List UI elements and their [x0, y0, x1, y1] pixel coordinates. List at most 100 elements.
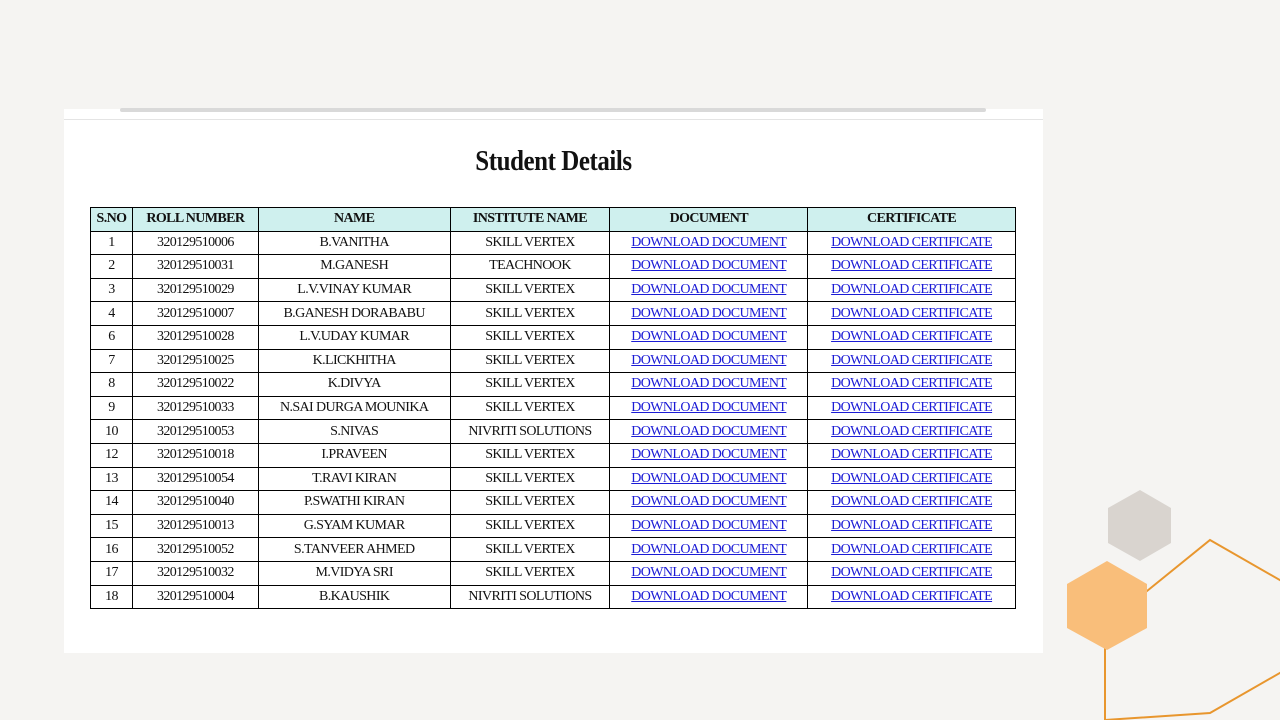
download-certificate-cell: DOWNLOAD CERTIFICATE [807, 466, 1016, 492]
cell-institute-name: SKILL VERTEX [449, 230, 611, 256]
download-certificate-link[interactable]: DOWNLOAD CERTIFICATE [831, 282, 993, 297]
cell-institute-name: SKILL VERTEX [449, 466, 611, 492]
download-document-link[interactable]: DOWNLOAD DOCUMENT [631, 353, 787, 368]
cell-sno: 3 [90, 277, 133, 303]
table-row: 16 320129510052 S.TANVEER AHMED SKILL VERTE… [90, 537, 1016, 562]
download-document-link[interactable]: DOWNLOAD DOCUMENT [631, 542, 787, 557]
download-certificate-link[interactable]: DOWNLOAD CERTIFICATE [831, 235, 993, 250]
download-certificate-link[interactable]: DOWNLOAD CERTIFICATE [831, 447, 993, 462]
download-document-link[interactable]: DOWNLOAD DOCUMENT [631, 589, 787, 604]
header-document: DOCUMENT [609, 207, 809, 232]
download-certificate-cell: DOWNLOAD CERTIFICATE [807, 513, 1016, 539]
download-certificate-link[interactable]: DOWNLOAD CERTIFICATE [831, 400, 993, 415]
cell-roll-number: 320129510028 [131, 324, 259, 350]
cell-sno: 2 [90, 254, 133, 279]
download-document-cell: DOWNLOAD DOCUMENT [609, 254, 809, 279]
table-row: 6 320129510028 L.V.UDAY KUMAR SKILL VERTEX D… [90, 324, 1016, 350]
download-certificate-cell: DOWNLOAD CERTIFICATE [807, 348, 1016, 374]
download-certificate-cell: DOWNLOAD CERTIFICATE [807, 372, 1016, 397]
download-certificate-link[interactable]: DOWNLOAD CERTIFICATE [831, 589, 993, 604]
download-certificate-link[interactable]: DOWNLOAD CERTIFICATE [831, 376, 993, 391]
table-header-row: S.NO ROLL NUMBER NAME INSTITUTE NAME DOC… [90, 207, 1016, 232]
download-document-cell: DOWNLOAD DOCUMENT [609, 537, 809, 562]
download-document-link[interactable]: DOWNLOAD DOCUMENT [631, 494, 787, 509]
header-roll-number: ROLL NUMBER [131, 207, 259, 232]
download-document-link[interactable]: DOWNLOAD DOCUMENT [631, 400, 787, 415]
cell-roll-number: 320129510033 [131, 395, 259, 421]
download-document-link[interactable]: DOWNLOAD DOCUMENT [631, 282, 787, 297]
student-table: S.NO ROLL NUMBER NAME INSTITUTE NAME DOC… [90, 207, 1016, 610]
gray-hexagon [1108, 490, 1171, 561]
download-document-link[interactable]: DOWNLOAD DOCUMENT [631, 306, 787, 321]
download-certificate-link[interactable]: DOWNLOAD CERTIFICATE [831, 353, 993, 368]
download-document-link[interactable]: DOWNLOAD DOCUMENT [631, 329, 787, 344]
cell-institute-name: NIVRITI SOLUTIONS [449, 584, 611, 610]
slide: Student Details S.NO ROLL NUMBER NAME IN… [0, 0, 1280, 720]
cell-sno: 6 [90, 324, 133, 350]
cell-sno: 8 [90, 372, 133, 397]
download-certificate-cell: DOWNLOAD CERTIFICATE [807, 324, 1016, 350]
download-certificate-cell: DOWNLOAD CERTIFICATE [807, 537, 1016, 562]
download-document-link[interactable]: DOWNLOAD DOCUMENT [631, 471, 787, 486]
cell-institute-name: NIVRITI SOLUTIONS [449, 419, 611, 444]
cell-roll-number: 320129510022 [131, 372, 259, 397]
cell-sno: 18 [90, 584, 133, 610]
header-certificate: CERTIFICATE [807, 207, 1016, 232]
cell-institute-name: TEACHNOOK [449, 254, 611, 279]
cell-name: M.VIDYA SRI [257, 560, 451, 586]
cell-name: S.NIVAS [257, 419, 451, 444]
download-document-link[interactable]: DOWNLOAD DOCUMENT [631, 424, 787, 439]
orange-hexagon [1067, 561, 1147, 650]
download-certificate-link[interactable]: DOWNLOAD CERTIFICATE [831, 258, 993, 273]
cell-name: P.SWATHI KIRAN [257, 490, 451, 515]
cell-institute-name: SKILL VERTEX [449, 513, 611, 539]
cell-name: L.V.UDAY KUMAR [257, 324, 451, 350]
download-document-link[interactable]: DOWNLOAD DOCUMENT [631, 565, 787, 580]
download-document-cell: DOWNLOAD DOCUMENT [609, 277, 809, 303]
cell-roll-number: 320129510054 [131, 466, 259, 492]
download-certificate-link[interactable]: DOWNLOAD CERTIFICATE [831, 329, 993, 344]
cell-name: N.SAI DURGA MOUNIKA [257, 395, 451, 421]
cell-sno: 12 [90, 442, 133, 468]
cell-institute-name: SKILL VERTEX [449, 537, 611, 562]
cell-roll-number: 320129510053 [131, 419, 259, 444]
cell-institute-name: SKILL VERTEX [449, 348, 611, 374]
download-document-cell: DOWNLOAD DOCUMENT [609, 301, 809, 326]
cell-name: L.V.VINAY KUMAR [257, 277, 451, 303]
download-certificate-link[interactable]: DOWNLOAD CERTIFICATE [831, 565, 993, 580]
download-certificate-cell: DOWNLOAD CERTIFICATE [807, 560, 1016, 586]
cell-roll-number: 320129510052 [131, 537, 259, 562]
cell-name: S.TANVEER AHMED [257, 537, 451, 562]
table-row: 9 320129510033 N.SAI DURGA MOUNIKA SKILL VE… [90, 395, 1016, 421]
table-row: 15 320129510013 G.SYAM KUMAR SKILL VERTEX DO… [90, 513, 1016, 539]
cell-institute-name: SKILL VERTEX [449, 490, 611, 515]
download-certificate-link[interactable]: DOWNLOAD CERTIFICATE [831, 494, 993, 509]
download-document-link[interactable]: DOWNLOAD DOCUMENT [631, 376, 787, 391]
download-document-link[interactable]: DOWNLOAD DOCUMENT [631, 258, 787, 273]
download-certificate-link[interactable]: DOWNLOAD CERTIFICATE [831, 518, 993, 533]
table-row: 14 320129510040 P.SWATHI KIRAN SKILL VERTEX… [90, 490, 1016, 515]
download-certificate-link[interactable]: DOWNLOAD CERTIFICATE [831, 471, 993, 486]
download-document-cell: DOWNLOAD DOCUMENT [609, 372, 809, 397]
table-row: 17 320129510032 M.VIDYA SRI SKILL VERTEX DOW… [90, 560, 1016, 586]
download-certificate-link[interactable]: DOWNLOAD CERTIFICATE [831, 424, 993, 439]
download-document-link[interactable]: DOWNLOAD DOCUMENT [631, 235, 787, 250]
cell-roll-number: 320129510004 [131, 584, 259, 610]
cell-sno: 10 [90, 419, 133, 444]
cell-roll-number: 320129510029 [131, 277, 259, 303]
download-document-link[interactable]: DOWNLOAD DOCUMENT [631, 447, 787, 462]
download-document-cell: DOWNLOAD DOCUMENT [609, 584, 809, 610]
download-document-cell: DOWNLOAD DOCUMENT [609, 348, 809, 374]
download-document-cell: DOWNLOAD DOCUMENT [609, 442, 809, 468]
table-row: 3 320129510029 L.V.VINAY KUMAR SKILL VERTEX… [90, 277, 1016, 303]
cell-name: B.VANITHA [257, 230, 451, 256]
download-certificate-link[interactable]: DOWNLOAD CERTIFICATE [831, 542, 993, 557]
download-document-cell: DOWNLOAD DOCUMENT [609, 395, 809, 421]
cell-institute-name: SKILL VERTEX [449, 277, 611, 303]
download-certificate-link[interactable]: DOWNLOAD CERTIFICATE [831, 306, 993, 321]
table-row: 10 320129510053 S.NIVAS NIVRITI SOLUTIONS DO… [90, 419, 1016, 444]
horizontal-scrollbar[interactable] [120, 108, 986, 112]
download-certificate-cell: DOWNLOAD CERTIFICATE [807, 419, 1016, 444]
download-document-link[interactable]: DOWNLOAD DOCUMENT [631, 518, 787, 533]
cell-institute-name: SKILL VERTEX [449, 560, 611, 586]
